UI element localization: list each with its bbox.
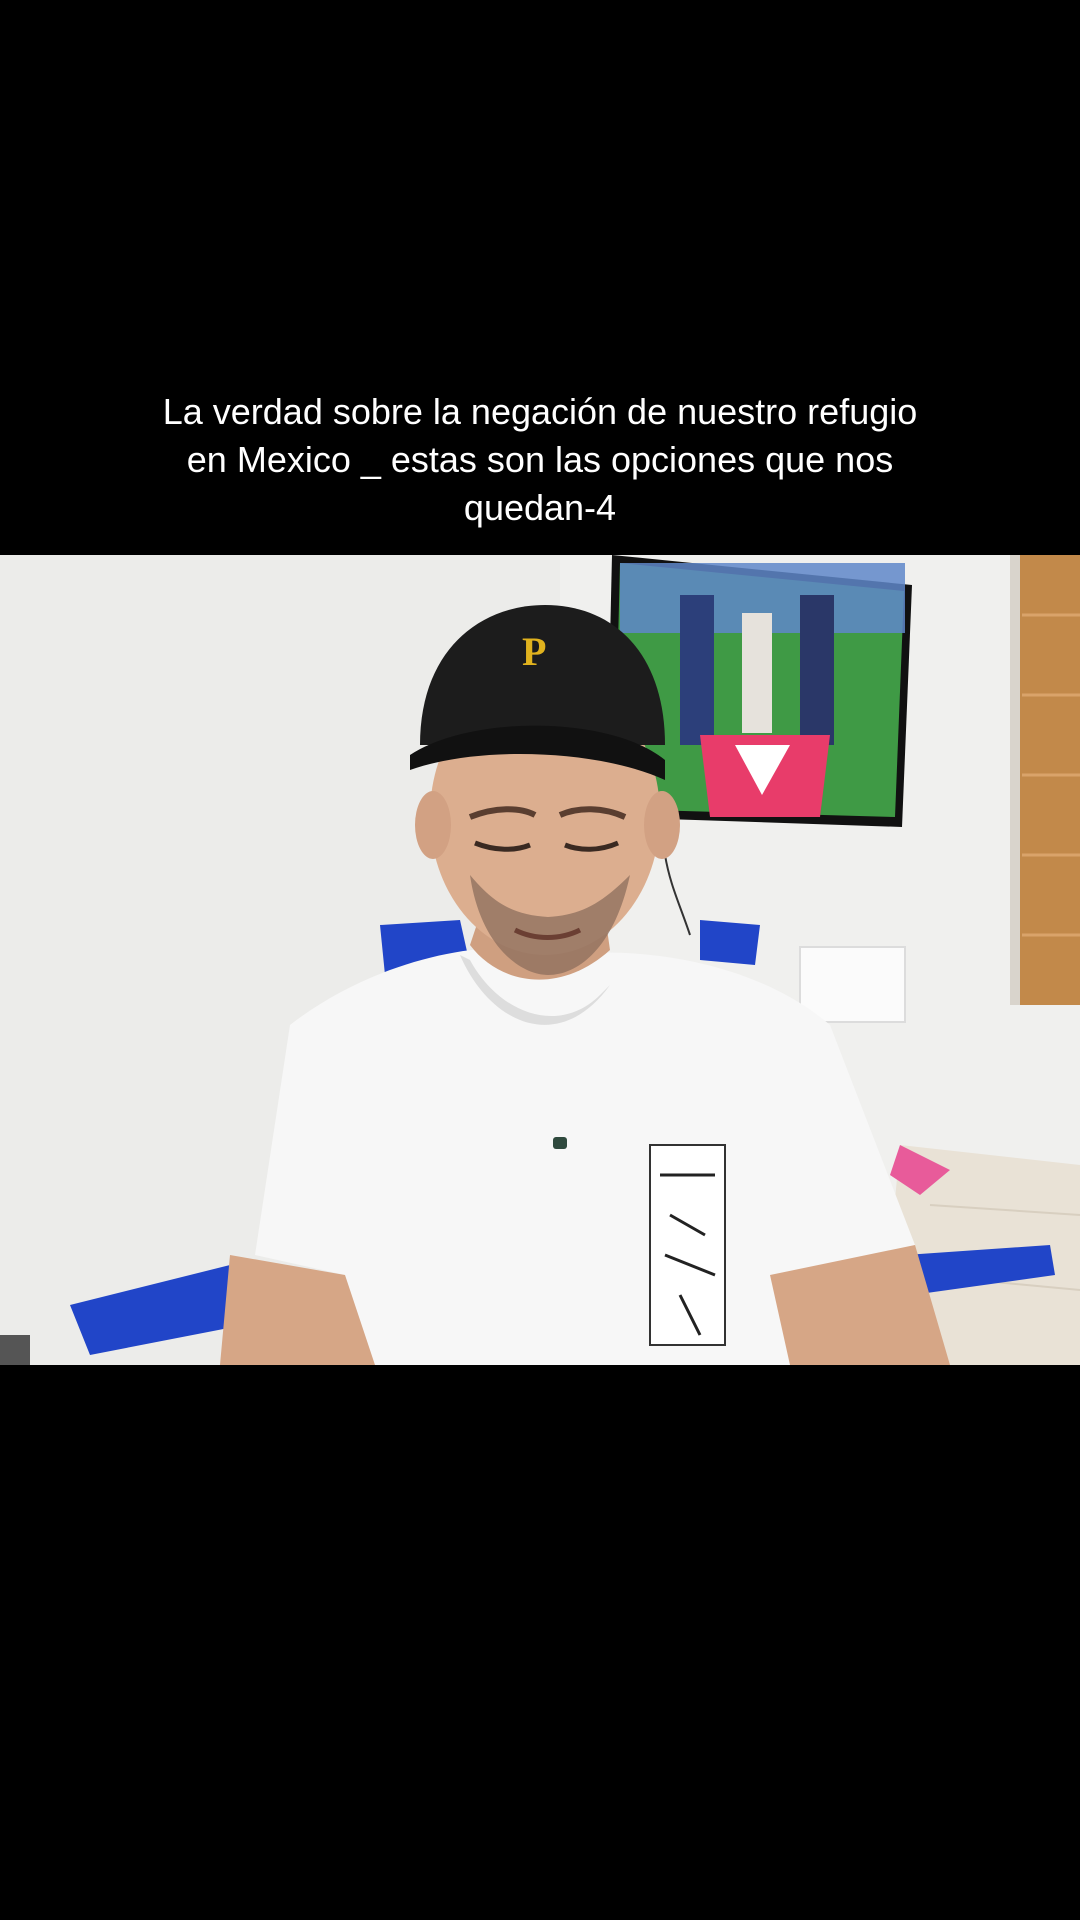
caption-line-2: en Mexico _ estas son las opciones que n… [186, 439, 894, 480]
video-player-screen[interactable]: La verdad sobre la negación de nuestro r… [0, 0, 1080, 1920]
caption-line-3: quedan-4 [463, 487, 617, 528]
window-blind [1018, 555, 1080, 1005]
caption-line-1: La verdad sobre la negación de nuestro r… [162, 391, 918, 432]
shirt-button [553, 1137, 567, 1149]
cap-logo-icon: P [522, 629, 546, 674]
wall-shelf [799, 946, 906, 1023]
video-caption: La verdad sobre la negación de nuestro r… [60, 388, 1020, 532]
video-still-image: P [0, 555, 1080, 1365]
video-frame[interactable]: P [0, 555, 1080, 1365]
